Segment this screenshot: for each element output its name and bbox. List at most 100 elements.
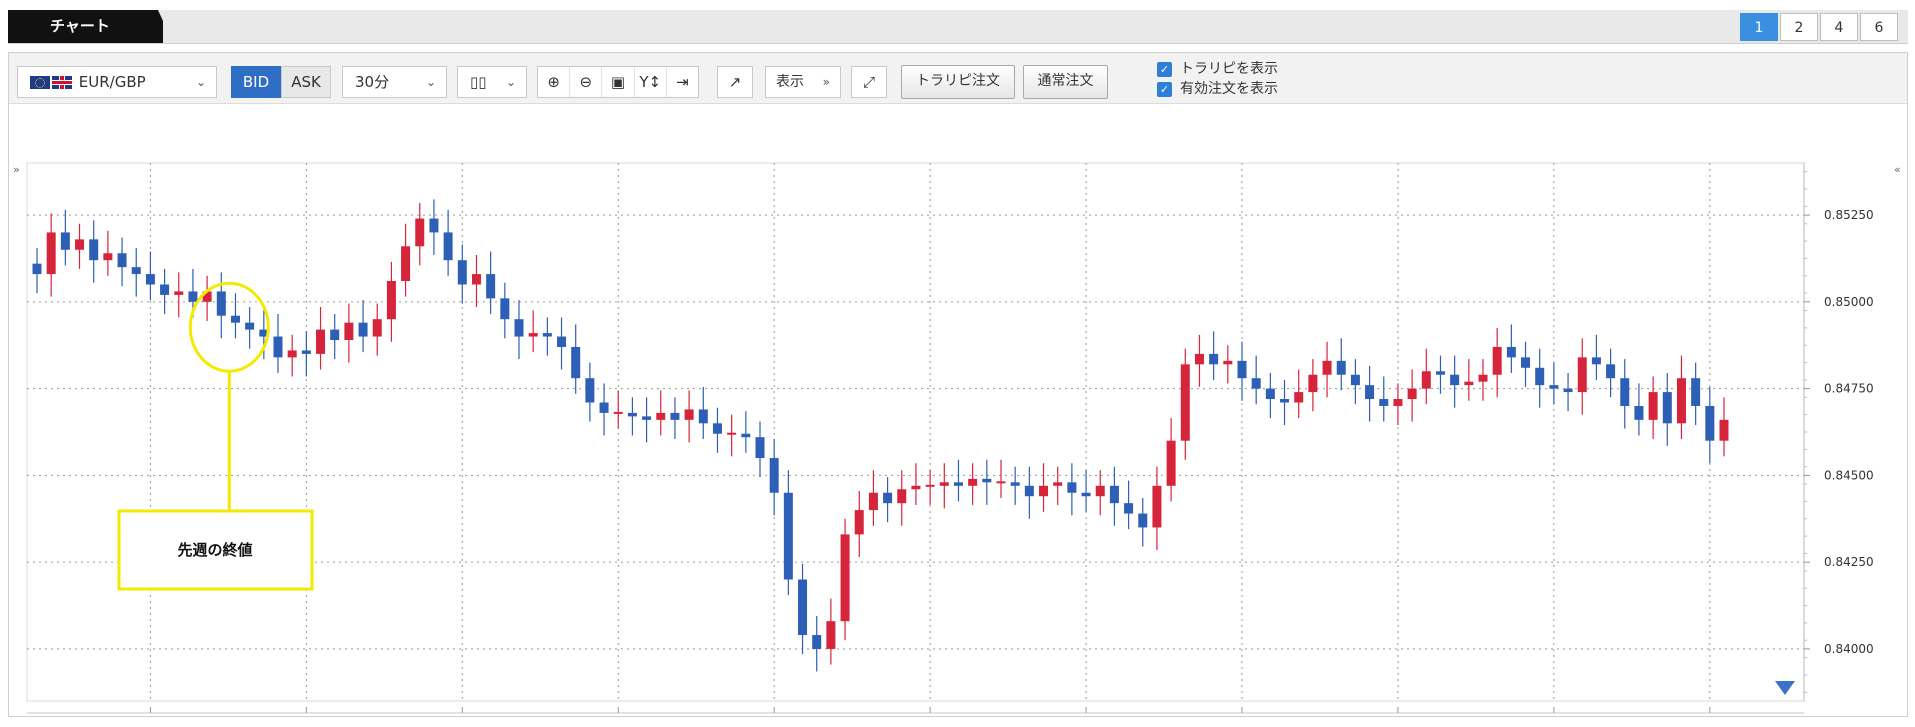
candle-body — [996, 481, 1006, 484]
candle-body — [783, 492, 793, 580]
normal-order-button[interactable]: 通常注文 — [1023, 65, 1108, 99]
candle-body — [571, 346, 581, 379]
candle-body — [1265, 388, 1275, 400]
chevron-down-icon: ⌄ — [425, 75, 436, 89]
fit-icon[interactable]: ▣ — [602, 67, 635, 97]
candle-body — [1365, 385, 1375, 400]
chart-toolbar: EUR/GBP ⌄ BID ASK 30分 ⌄ ▯▯ ⌄ ⊕ ⊖ ▣ Y↕ ⇥ … — [9, 53, 1907, 104]
layout-1-button[interactable]: 1 — [1740, 13, 1778, 41]
candle-body — [868, 492, 878, 511]
candle-body — [585, 378, 595, 403]
candle-body — [1336, 360, 1346, 375]
candle-body — [1393, 399, 1403, 406]
candle-body — [1166, 440, 1176, 486]
candle-body — [301, 350, 311, 354]
candle-body — [287, 350, 297, 358]
zoom-in-icon[interactable]: ⊕ — [538, 67, 571, 97]
expand-button[interactable]: ⤢ — [851, 66, 887, 98]
candle-body — [854, 510, 864, 535]
layout-4-button[interactable]: 4 — [1820, 13, 1858, 41]
candle-body — [1053, 482, 1063, 486]
candle-body — [684, 409, 694, 420]
candle-body — [471, 274, 481, 285]
candle-body — [1294, 392, 1304, 403]
candle-body — [486, 274, 496, 299]
candle-body — [798, 579, 808, 636]
y-tick-label: 0.85250 — [1824, 208, 1874, 222]
candle-body — [925, 484, 935, 487]
chevron-down-icon: ⌄ — [195, 75, 206, 89]
y-tick-label: 0.85000 — [1824, 295, 1874, 309]
show-traripi-label: トラリピを表示 — [1180, 61, 1278, 77]
candle-body — [316, 329, 326, 354]
chart-type-select[interactable]: ▯▯ ⌄ — [457, 66, 527, 98]
candle-body — [330, 329, 340, 341]
tab-chart[interactable]: チャート — [8, 10, 163, 43]
checkmark-icon: ✓ — [1157, 81, 1172, 97]
symbol-select[interactable]: EUR/GBP ⌄ — [17, 66, 217, 98]
x-axis: 05/14 00:0005/16 13:3005/17 02:0014:3005… — [27, 707, 1804, 714]
indicator-icon: ↗ — [728, 73, 742, 91]
show-active-orders-checkbox[interactable]: ✓ 有効注文を表示 — [1157, 79, 1278, 99]
candle-body — [1109, 485, 1119, 504]
collapse-right-icon: « — [1894, 163, 1901, 176]
candle-body — [32, 263, 42, 275]
layout-2-button[interactable]: 2 — [1780, 13, 1818, 41]
candle-body — [1138, 513, 1148, 528]
candle-body — [1435, 371, 1445, 375]
candle-body — [174, 291, 184, 295]
y-scale-icon[interactable]: Y↕ — [635, 67, 667, 97]
candle-body — [1095, 485, 1105, 497]
bid-button[interactable]: BID — [231, 66, 281, 98]
annotation: 先週の終値 — [117, 281, 314, 591]
price-chart[interactable]: 0.85250 0.85000 0.84750 0.84500 0.84250 0.840… — [9, 103, 1907, 716]
candle-body — [1152, 485, 1162, 528]
candle-body — [401, 246, 411, 282]
candle-body — [372, 319, 382, 337]
candle-body — [344, 322, 354, 341]
candle-body — [1180, 364, 1190, 441]
expand-icon: ⤢ — [862, 73, 875, 91]
candle-body — [968, 478, 978, 486]
zoom-out-icon[interactable]: ⊖ — [570, 67, 603, 97]
candle-body — [1464, 381, 1474, 386]
candle-body — [1067, 482, 1077, 493]
candle-body — [89, 239, 99, 261]
y-tick-label: 0.84750 — [1824, 382, 1874, 396]
y-tick-label: 0.84250 — [1824, 555, 1874, 569]
candle-body — [358, 322, 368, 337]
candle-body — [514, 319, 524, 337]
traripi-order-button[interactable]: トラリピ注文 — [901, 65, 1015, 99]
y-axis: 0.85250 0.85000 0.84750 0.84500 0.84250 0.840… — [1803, 163, 1874, 701]
candle-body — [1450, 374, 1460, 386]
candle-body — [557, 336, 567, 347]
candle-body — [1676, 378, 1686, 424]
candle-body — [698, 409, 708, 424]
timeframe-select[interactable]: 30分 ⌄ — [342, 66, 447, 98]
candle-body — [1591, 357, 1601, 365]
indicator-button[interactable]: ↗ — [717, 66, 753, 98]
candle-body — [542, 333, 552, 337]
candle-body — [982, 478, 992, 483]
annotation-circle — [188, 281, 270, 373]
y-tick-label: 0.84500 — [1824, 468, 1874, 482]
show-traripi-checkbox[interactable]: ✓ トラリピを表示 — [1157, 59, 1278, 79]
display-label: 表示 — [776, 74, 804, 90]
chevron-down-icon: ⌄ — [505, 75, 516, 89]
latest-marker-icon — [1775, 681, 1795, 695]
chart-tools: ⊕ ⊖ ▣ Y↕ ⇥ — [537, 66, 699, 98]
candle-body — [599, 402, 609, 413]
candle-body — [1421, 371, 1431, 389]
candle-body — [1577, 357, 1587, 393]
layout-buttons: 1 2 4 6 — [1738, 13, 1898, 41]
candle-body — [230, 315, 240, 323]
layout-6-button[interactable]: 6 — [1860, 13, 1898, 41]
candle-body — [1506, 346, 1516, 358]
scroll-end-icon[interactable]: ⇥ — [667, 67, 698, 97]
checkmark-icon: ✓ — [1157, 61, 1172, 77]
ask-button[interactable]: ASK — [281, 66, 331, 98]
candle-body — [883, 492, 893, 504]
display-select[interactable]: 表示 » — [765, 66, 841, 98]
candle-body — [741, 433, 751, 438]
candle-body — [627, 412, 637, 417]
